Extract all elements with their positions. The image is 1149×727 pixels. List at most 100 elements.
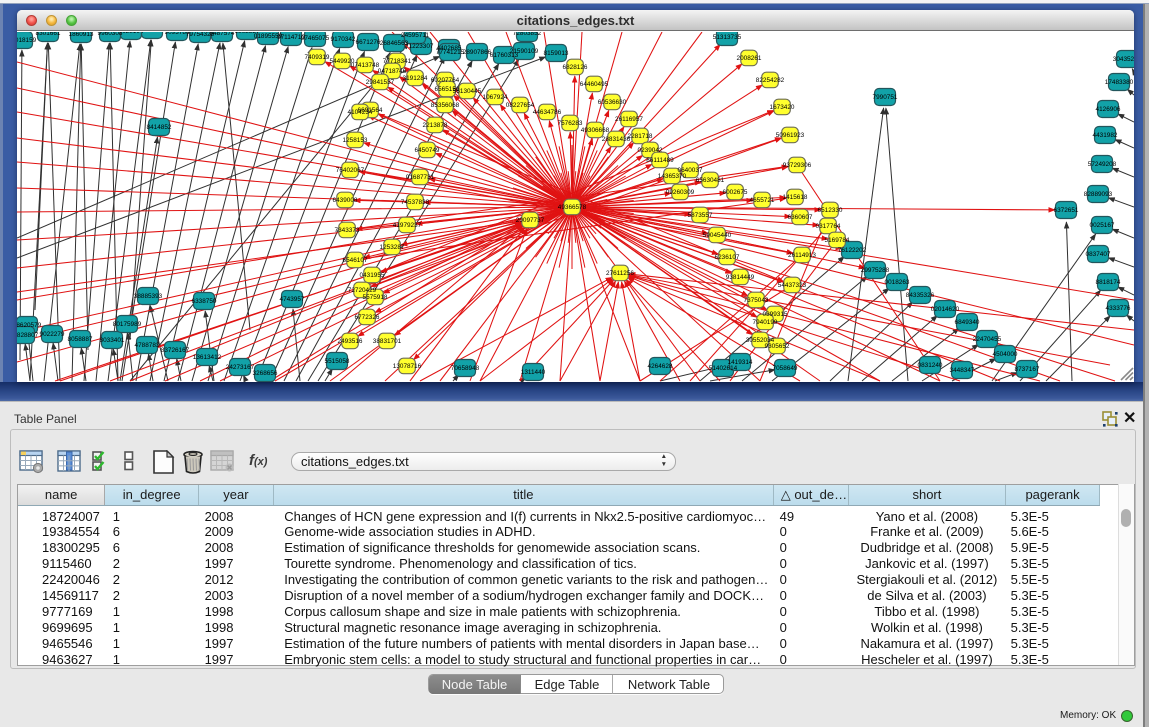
svg-text:2213878: 2213878 — [423, 122, 448, 129]
svg-text:49306668: 49306668 — [581, 127, 610, 134]
svg-text:82828807: 82828807 — [17, 332, 39, 339]
svg-text:8058887: 8058887 — [68, 336, 93, 343]
svg-text:29841537: 29841537 — [366, 79, 395, 86]
svg-text:4333776: 4333776 — [1106, 305, 1131, 312]
svg-text:0431955: 0431955 — [360, 272, 385, 279]
svg-text:57249208: 57249208 — [1088, 161, 1117, 168]
svg-text:6849340: 6849340 — [955, 319, 980, 326]
svg-text:1993518: 1993518 — [140, 32, 165, 34]
svg-text:41979237: 41979237 — [393, 222, 422, 229]
svg-text:0837407: 0837407 — [1086, 251, 1111, 258]
svg-text:13078716: 13078716 — [393, 363, 422, 370]
svg-text:6450749: 6450749 — [415, 147, 440, 154]
svg-text:83726167: 83726167 — [161, 347, 190, 354]
svg-text:0399315: 0399315 — [763, 311, 788, 318]
svg-text:30435205: 30435205 — [1113, 56, 1134, 63]
svg-text:08227654: 08227654 — [506, 102, 535, 109]
svg-text:7940199: 7940199 — [753, 319, 778, 326]
svg-text:17483380: 17483380 — [1105, 79, 1134, 86]
svg-text:7343373: 7343373 — [335, 227, 360, 234]
svg-text:04718746: 04718746 — [378, 68, 407, 75]
svg-text:4264628: 4264628 — [648, 363, 673, 370]
svg-text:24273167: 24273167 — [226, 364, 255, 371]
svg-text:0317764: 0317764 — [816, 223, 841, 230]
svg-text:5873557: 5873557 — [688, 212, 713, 219]
svg-text:28831436: 28831436 — [602, 136, 631, 143]
svg-text:0831240: 0831240 — [918, 362, 943, 369]
svg-text:09260309: 09260309 — [666, 189, 695, 196]
svg-text:01687731: 01687731 — [406, 174, 435, 181]
svg-text:26116957: 26116957 — [615, 116, 643, 123]
svg-text:51402614: 51402614 — [709, 365, 738, 372]
svg-text:1419314: 1419314 — [728, 359, 753, 366]
svg-text:1258153: 1258153 — [343, 137, 368, 144]
svg-text:07413748: 07413748 — [351, 62, 380, 69]
svg-text:93814449: 93814449 — [726, 274, 755, 281]
svg-text:27611256: 27611256 — [606, 270, 634, 277]
svg-text:82889093: 82889093 — [1084, 191, 1113, 198]
svg-text:4655721: 4655721 — [750, 197, 775, 204]
svg-text:8033401: 8033401 — [100, 337, 125, 344]
svg-text:77718341: 77718341 — [383, 58, 412, 65]
svg-text:38831701: 38831701 — [373, 338, 402, 345]
svg-text:6772326: 6772326 — [355, 314, 380, 321]
svg-text:38885393: 38885393 — [134, 293, 163, 300]
svg-text:2008261: 2008261 — [737, 55, 762, 62]
svg-text:26114913: 26114913 — [788, 252, 816, 259]
svg-text:20097737: 20097737 — [516, 217, 545, 224]
svg-text:86111489: 86111489 — [646, 157, 674, 164]
svg-text:0025167: 0025167 — [1090, 222, 1115, 229]
svg-text:02014620: 02014620 — [931, 306, 960, 313]
svg-text:4504000: 4504000 — [993, 351, 1018, 358]
svg-text:9022279: 9022279 — [40, 331, 65, 338]
svg-text:6512330: 6512330 — [818, 207, 843, 214]
svg-text:84335326: 84335326 — [906, 292, 935, 299]
svg-text:77741215: 77741215 — [436, 49, 465, 56]
svg-text:1223307: 1223307 — [409, 43, 434, 50]
svg-text:76122202: 76122202 — [838, 247, 867, 254]
svg-text:0239042: 0239042 — [638, 147, 663, 154]
svg-text:60536630: 60536630 — [598, 99, 627, 106]
svg-text:1067924: 1067924 — [483, 94, 508, 101]
svg-text:8737167: 8737167 — [1015, 366, 1040, 373]
svg-text:1860913: 1860913 — [69, 32, 94, 38]
svg-text:76402067: 76402067 — [336, 167, 365, 174]
svg-text:24595711: 24595711 — [401, 32, 429, 39]
svg-text:74537838: 74537838 — [401, 199, 430, 206]
svg-text:9170342: 9170342 — [331, 36, 356, 43]
svg-text:3268656: 3268656 — [253, 370, 278, 377]
svg-text:6338750: 6338750 — [192, 298, 217, 305]
svg-text:72803852: 72803852 — [513, 32, 542, 37]
svg-text:1253287: 1253287 — [380, 244, 405, 251]
svg-text:8301661: 8301661 — [36, 32, 61, 37]
svg-text:1311440: 1311440 — [521, 369, 546, 376]
svg-text:70658948: 70658948 — [451, 365, 480, 372]
svg-text:7990751: 7990751 — [873, 94, 898, 101]
svg-text:8159013: 8159013 — [544, 50, 569, 57]
svg-text:1415618: 1415618 — [783, 194, 808, 201]
svg-text:7409319: 7409319 — [305, 54, 330, 61]
svg-text:3191284: 3191284 — [403, 75, 428, 82]
svg-text:28907866: 28907866 — [463, 49, 492, 56]
svg-text:6671276: 6671276 — [356, 39, 381, 46]
svg-text:4743957: 4743957 — [280, 296, 305, 303]
svg-text:9305652: 9305652 — [765, 343, 790, 350]
svg-text:97465075: 97465075 — [301, 35, 330, 42]
svg-text:85356068: 85356068 — [431, 102, 460, 109]
svg-text:4104234: 4104234 — [348, 109, 373, 116]
svg-text:7375043: 7375043 — [744, 297, 769, 304]
svg-text:26846563: 26846563 — [380, 40, 409, 47]
svg-text:56130445: 56130445 — [453, 88, 482, 95]
svg-text:4126906: 4126906 — [1096, 106, 1121, 113]
svg-text:22470455: 22470455 — [973, 336, 1002, 343]
svg-text:80175989: 80175989 — [113, 321, 142, 328]
svg-text:6439008: 6439008 — [333, 197, 358, 204]
svg-text:9487574: 9487574 — [210, 32, 235, 37]
svg-text:4788783: 4788783 — [135, 342, 160, 349]
svg-text:2281718: 2281718 — [628, 133, 653, 140]
svg-text:82254282: 82254282 — [756, 77, 785, 84]
svg-text:8414852: 8414852 — [147, 124, 172, 131]
svg-text:5169784: 5169784 — [825, 237, 850, 244]
svg-text:5515058: 5515058 — [325, 358, 350, 365]
svg-text:14365370: 14365370 — [658, 173, 687, 180]
